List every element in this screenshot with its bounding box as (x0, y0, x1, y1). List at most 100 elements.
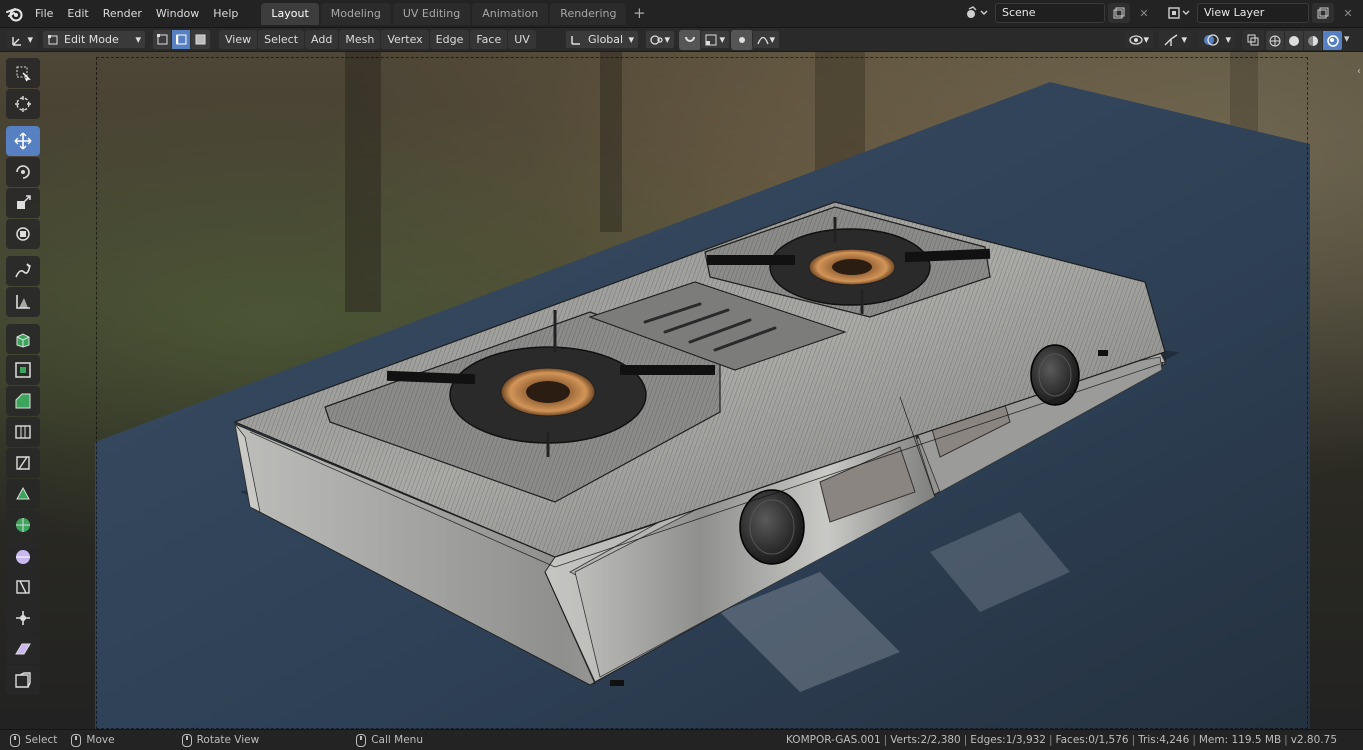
mode-label: Edit Mode (64, 33, 119, 46)
wireframe-shading-icon[interactable] (1266, 31, 1285, 50)
tool-scale[interactable] (6, 188, 40, 218)
tool-select-box[interactable] (6, 58, 40, 88)
status-rotate-view: Rotate View (181, 733, 259, 747)
smooth-icon (16, 550, 30, 564)
mouse-middle-icon (181, 733, 192, 747)
scene-name-field[interactable]: Scene (995, 3, 1105, 23)
tool-rip-region[interactable] (6, 665, 40, 695)
xray-toggle-icon[interactable] (1242, 30, 1264, 50)
scene-selector-group: Scene ✕ View Layer ✕ (962, 3, 1359, 23)
menu-select[interactable]: Select (258, 30, 305, 49)
edge-select-icon[interactable] (172, 30, 191, 49)
new-scene-icon[interactable] (1108, 3, 1130, 23)
vertex-select-icon[interactable] (153, 30, 172, 49)
falloff-dropdown[interactable]: ▾ (752, 30, 780, 49)
status-call-menu: Call Menu (356, 733, 423, 747)
pivot-point-dropdown[interactable]: ▾ (645, 30, 675, 49)
tool-shrink-fatten[interactable] (6, 603, 40, 633)
tool-transform[interactable] (6, 219, 40, 249)
tool-poly-build[interactable] (6, 479, 40, 509)
solid-shading-icon[interactable] (1285, 31, 1304, 50)
menu-view[interactable]: View (219, 30, 258, 49)
menu-edit[interactable]: Edit (60, 3, 95, 25)
tool-annotate[interactable] (6, 256, 40, 286)
3d-viewport[interactable]: ‹ (0, 52, 1363, 729)
tool-shear[interactable] (6, 634, 40, 664)
transform-icon (16, 227, 30, 241)
blender-version: v2.80.75 (1290, 734, 1337, 746)
transform-orientation-dropdown[interactable]: Global ▾ (565, 30, 639, 49)
tool-bevel[interactable] (6, 386, 40, 416)
tab-modeling[interactable]: Modeling (320, 2, 391, 25)
tool-measure[interactable] (6, 287, 40, 317)
verts-count: Verts:2/2,380 (890, 734, 961, 746)
shading-options-chevron-icon[interactable]: ▾ (1344, 32, 1350, 45)
menu-add[interactable]: Add (305, 30, 339, 49)
mode-dropdown[interactable]: Edit Mode ▾ (42, 30, 146, 49)
tool-move[interactable] (6, 126, 40, 156)
chevron-down-icon: ▾ (628, 33, 634, 46)
menu-face[interactable]: Face (470, 30, 508, 49)
tool-extrude[interactable] (6, 324, 40, 354)
new-view-layer-icon[interactable] (1312, 3, 1334, 23)
menu-file[interactable]: File (28, 3, 60, 25)
tab-uv-editing[interactable]: UV Editing (392, 2, 471, 25)
tool-spin[interactable] (6, 510, 40, 540)
sidebar-toggle-icon[interactable]: ‹ (1357, 66, 1361, 77)
object-name: KOMPOR-GAS.001 (786, 734, 881, 746)
chevron-down-icon: ▾ (1181, 33, 1187, 46)
proportional-edit-icon[interactable] (731, 30, 753, 50)
menu-edge[interactable]: Edge (429, 30, 470, 49)
tab-animation[interactable]: Animation (472, 2, 549, 25)
rendered-shading-icon[interactable] (1323, 31, 1342, 50)
delete-scene-icon[interactable]: ✕ (1133, 3, 1155, 23)
menu-mesh[interactable]: Mesh (339, 30, 381, 49)
spin-icon (16, 518, 30, 532)
chevron-down-icon: ▾ (135, 33, 141, 46)
menu-render[interactable]: Render (96, 3, 149, 25)
tool-edge-slide[interactable] (6, 572, 40, 602)
snap-increment-icon (705, 34, 717, 45)
tool-cursor[interactable] (6, 89, 40, 119)
view-layer-name-field[interactable]: View Layer (1197, 3, 1309, 23)
tab-rendering[interactable]: Rendering (550, 2, 627, 25)
status-move-label: Move (86, 734, 115, 746)
menu-uv[interactable]: UV (508, 30, 536, 49)
face-select-icon[interactable] (191, 30, 210, 49)
orientation-icon (571, 35, 580, 45)
tab-layout[interactable]: Layout (261, 2, 319, 25)
move-icon (14, 132, 32, 150)
editor-type-dropdown[interactable]: ▾ (6, 30, 38, 49)
bevel-icon (15, 393, 31, 409)
add-workspace-button[interactable]: + (628, 3, 650, 25)
gizmo-dropdown[interactable]: ▾ (1158, 30, 1192, 49)
status-bar: Select Move Rotate View Call Menu KOMPOR… (0, 729, 1363, 750)
view-layer-icon[interactable] (1164, 3, 1194, 23)
material-shading-icon[interactable] (1304, 31, 1323, 50)
visibility-dropdown[interactable]: ▾ (1124, 30, 1154, 49)
mouse-drag-icon (71, 733, 82, 747)
overlays-dropdown[interactable]: ▾ (1198, 30, 1236, 49)
workspace-tabs: Layout Modeling UV Editing Animation Ren… (261, 2, 650, 25)
tool-rotate[interactable] (6, 157, 40, 187)
delete-view-layer-icon[interactable]: ✕ (1337, 3, 1359, 23)
blender-logo-icon[interactable] (2, 1, 28, 27)
tool-smooth[interactable] (6, 541, 40, 571)
annotate-icon (15, 263, 31, 278)
scene-icon[interactable] (962, 3, 992, 23)
menu-window[interactable]: Window (149, 3, 206, 25)
tool-loop-cut[interactable] (6, 417, 40, 447)
menu-vertex[interactable]: Vertex (381, 30, 429, 49)
top-bar: File Edit Render Window Help Layout Mode… (0, 0, 1363, 28)
cursor-icon (15, 96, 31, 112)
shading-mode-group (1265, 30, 1343, 51)
menu-help[interactable]: Help (206, 3, 245, 25)
snap-toggle-icon[interactable] (679, 30, 701, 50)
scene-statistics: KOMPOR-GAS.001 | Verts:2/2,380 | Edges:1/3… (786, 730, 1337, 750)
tool-inset[interactable] (6, 355, 40, 385)
rip-region-icon (15, 672, 31, 688)
status-move: Move (71, 733, 115, 747)
mouse-right-icon (356, 733, 367, 747)
snap-target-dropdown[interactable]: ▾ (700, 30, 730, 49)
tool-knife[interactable] (6, 448, 40, 478)
